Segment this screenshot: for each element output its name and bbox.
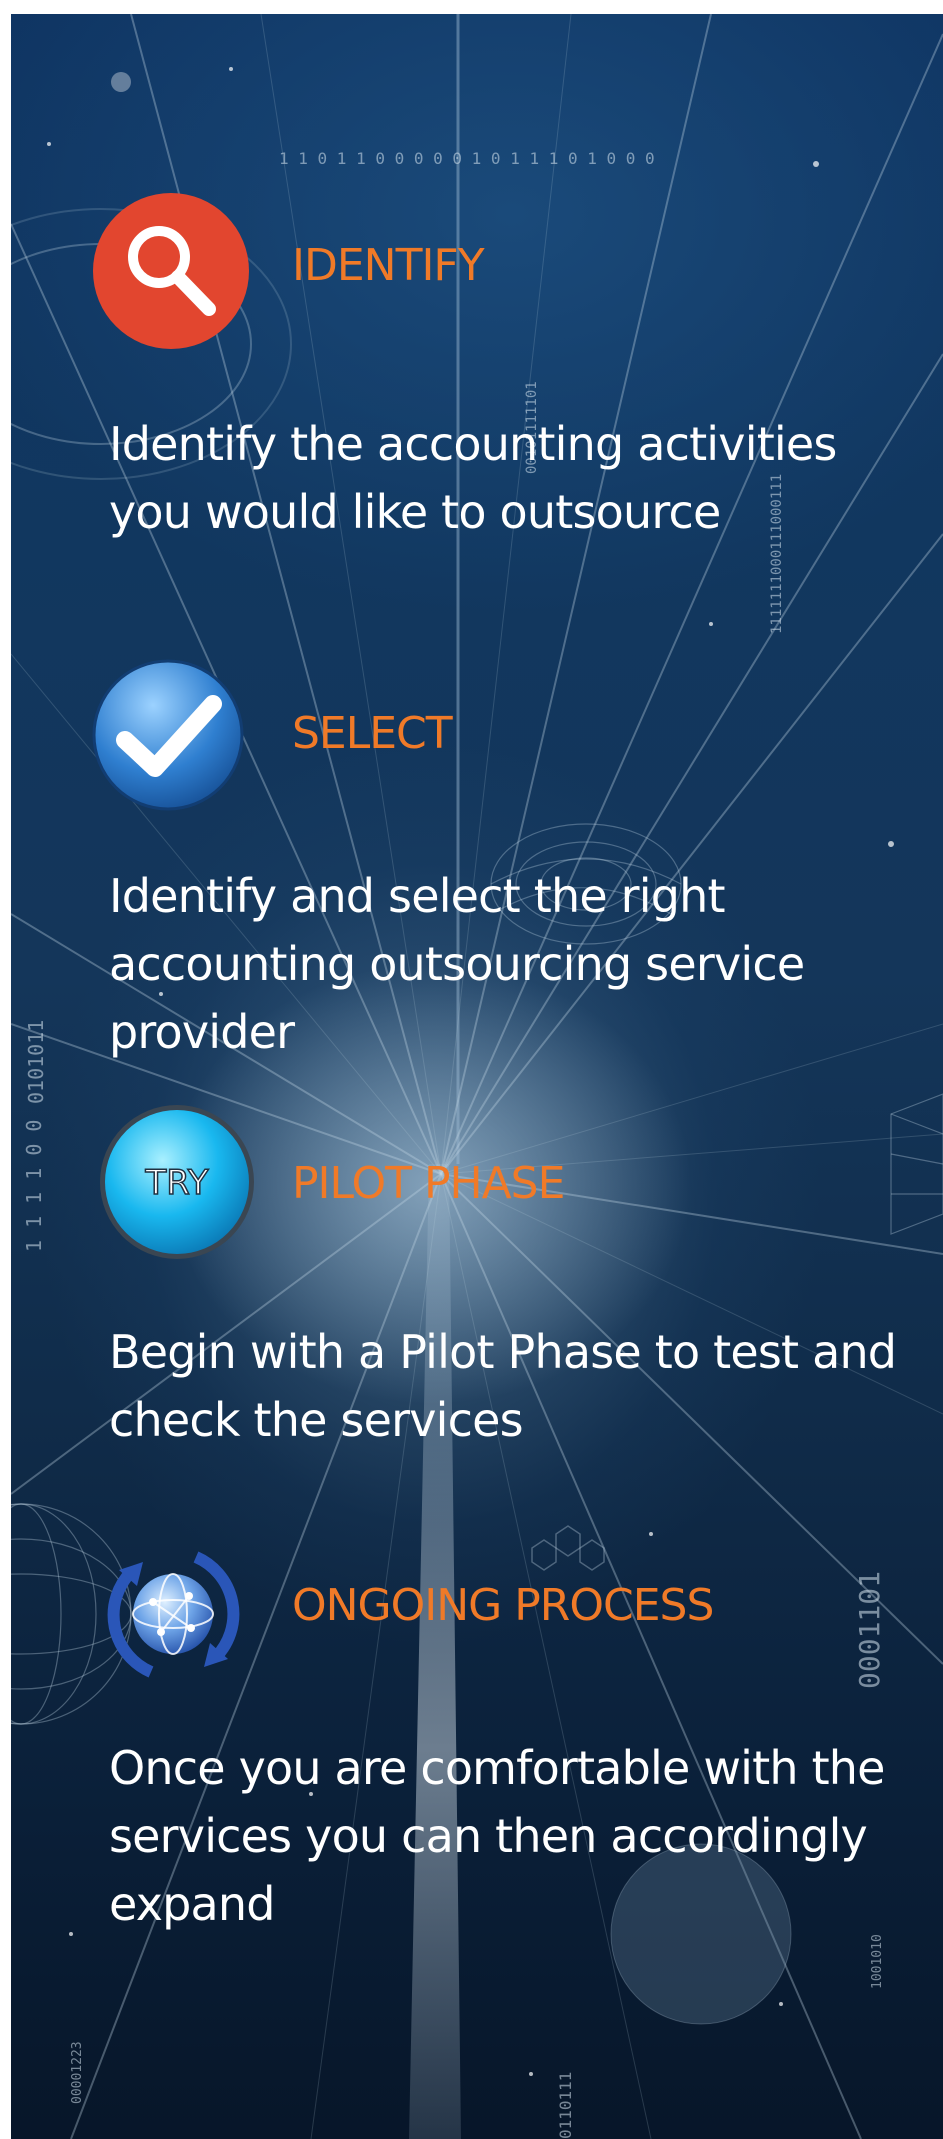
- globe-cycle-icon: [91, 1532, 256, 1697]
- binary-string: 1 1 0 1 1 0 0 0 0 0 1 0 1 1 1 0 1 0 0 0: [279, 149, 655, 168]
- step-description-ongoing-process: Once you are comfortable with the servic…: [109, 1741, 885, 1931]
- binary-string: 00001223: [70, 2041, 85, 2104]
- binary-string: 0110111: [556, 2072, 575, 2139]
- checkmark-icon: [91, 658, 246, 813]
- step-title-ongoing-process: ONGOING PROCESS: [292, 1580, 714, 1631]
- binary-string: 0001101: [853, 1571, 886, 1689]
- magnifier-icon: [91, 191, 251, 351]
- try-icon: TRY: [97, 1102, 257, 1262]
- step-description-identify: Identify the accounting activities you w…: [109, 417, 837, 539]
- step-title-pilot-phase: PILOT PHASE: [292, 1158, 565, 1209]
- step-title-select: SELECT: [292, 708, 453, 759]
- step-description-pilot-phase: Begin with a Pilot Phase to test and che…: [109, 1325, 897, 1447]
- binary-string: 1001010: [870, 1934, 885, 1989]
- step-description-select: Identify and select the right accounting…: [109, 869, 805, 1059]
- binary-string: 1 1 1 1 0 0: [22, 1120, 46, 1252]
- try-icon-label: TRY: [145, 1163, 209, 1203]
- infographic-panel: 1 1 0 1 1 0 0 0 0 0 1 0 1 1 1 0 1 0 0 0 …: [11, 14, 943, 2139]
- binary-string: 0101011: [24, 1020, 48, 1104]
- step-title-identify: IDENTIFY: [292, 240, 485, 291]
